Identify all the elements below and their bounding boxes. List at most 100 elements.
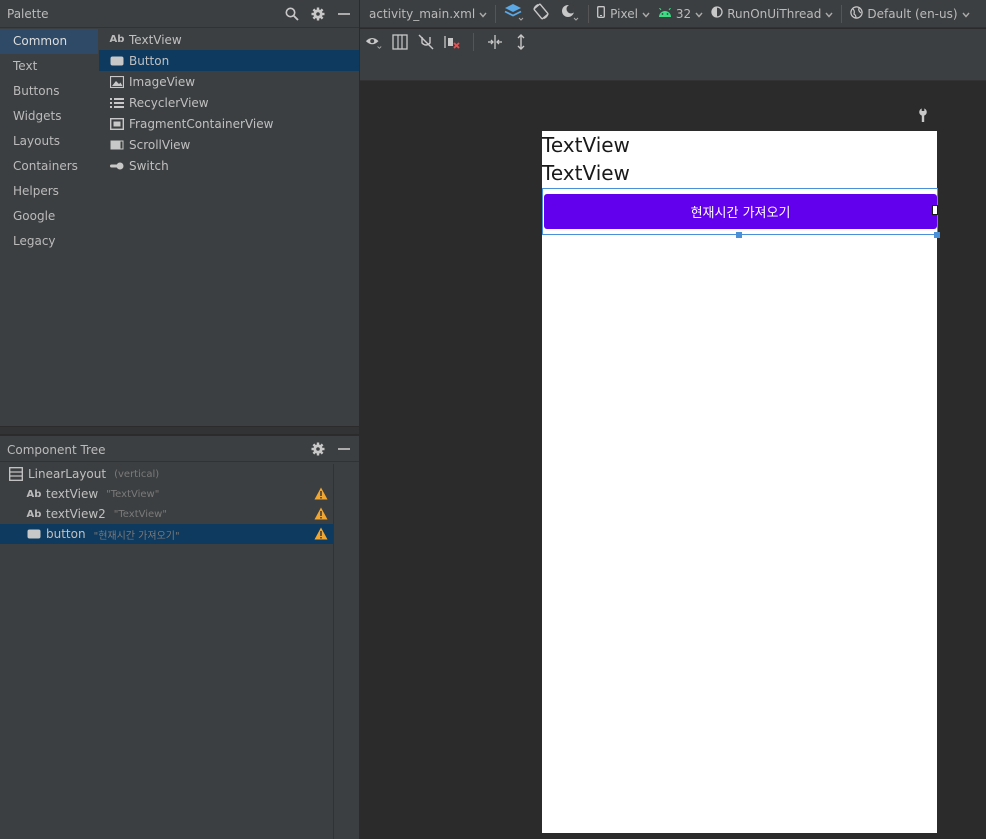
toolbar-separator [473,33,474,51]
tree-row-name: textView [46,487,99,501]
palette-item-label: TextView [129,32,182,47]
category-google[interactable]: Google [0,204,98,229]
scroll-icon [110,140,124,150]
palette-items: Ab TextView Button ImageView RecyclerVie… [99,29,359,176]
category-common[interactable]: Common [0,29,98,54]
warning-icon[interactable] [314,507,328,523]
gear-icon[interactable] [309,440,327,458]
design-surface-button[interactable] [500,0,528,28]
locale-selector[interactable]: Default (en-us) [846,0,973,28]
tree-row-button[interactable]: button "현재시간 가져오기" [0,524,333,544]
component-tree-title: Component Tree [7,443,106,457]
layout-toolbar [360,29,986,81]
tree-row-textview[interactable]: Ab textView "TextView" [0,484,333,504]
orientation-button[interactable] [528,0,556,28]
image-icon [110,75,124,88]
chevron-down-icon [642,7,650,21]
tree-row-linearlayout[interactable]: LinearLayout (vertical) [0,464,333,484]
preview-button[interactable]: 현재시간 가져오기 [544,194,937,229]
device-selector[interactable]: Pixel [593,0,654,28]
warning-icon[interactable] [314,527,328,543]
preview-textview-2[interactable]: TextView [542,159,630,187]
category-widgets[interactable]: Widgets [0,104,98,129]
blueprint-toggle-icon[interactable] [391,33,409,51]
minimize-icon[interactable] [335,5,353,23]
resize-handle-right[interactable] [932,205,938,215]
chevron-down-icon [695,7,703,21]
preview-textview-1[interactable]: TextView [542,131,630,159]
resize-handle-bottom[interactable] [736,232,742,238]
button-icon [26,529,42,539]
palette-item-label: ImageView [129,74,196,89]
theme-selector[interactable]: RunOnUiThread [707,0,837,28]
tree-row-hint: "TextView" [113,508,167,520]
warning-icon[interactable] [314,487,328,503]
design-toolbar: activity_main.xml Pixel 32 RunOnUiThread… [360,0,986,28]
palette-categories: Common Text Buttons Widgets Layouts Cont… [0,29,98,254]
tree-divider [333,464,334,839]
component-tree-panel: Component Tree LinearLayout (vertical) A… [0,436,359,839]
api-level-selector[interactable]: 32 [654,0,707,28]
palette-panel: Palette Common Text Buttons Widgets Layo… [0,0,359,430]
palette-item-button[interactable]: Button [99,50,359,71]
device-preview[interactable]: TextView TextView 현재시간 가져오기 [542,131,940,833]
palette-item-recyclerview[interactable]: RecyclerView [99,92,359,113]
chevron-down-icon [962,7,970,21]
night-mode-icon [560,3,580,24]
component-tree-header: Component Tree [0,436,359,462]
toolbar-separator [495,4,497,23]
phone-icon [597,6,606,21]
device-name: Pixel [610,6,638,21]
wrench-icon[interactable] [917,108,929,125]
pack-horizontal-icon[interactable] [486,33,504,51]
palette-item-scrollview[interactable]: ScrollView [99,134,359,155]
switch-icon [110,162,124,170]
ab-text-icon: Ab [26,488,42,500]
palette-header: Palette [0,0,359,28]
category-legacy[interactable]: Legacy [0,229,98,254]
locale-name: Default (en-us) [867,6,958,21]
palette-item-label: Button [129,53,170,68]
tree-row-hint: (vertical) [114,468,160,480]
night-mode-button[interactable] [556,0,584,28]
ab-text-icon: Ab [109,34,125,45]
component-tree-list: LinearLayout (vertical) Ab textView "Tex… [0,464,333,544]
category-buttons[interactable]: Buttons [0,79,98,104]
list-icon [110,97,124,109]
minimize-icon[interactable] [335,440,353,458]
resize-handle-corner[interactable] [934,232,940,238]
gear-icon[interactable] [309,5,327,23]
search-icon[interactable] [283,5,301,23]
tree-row-name: LinearLayout [28,467,107,481]
fragment-icon [110,117,124,130]
file-name: activity_main.xml [369,6,476,21]
palette-item-textview[interactable]: Ab TextView [99,29,359,50]
file-selector[interactable]: activity_main.xml [360,0,491,28]
view-options-icon[interactable] [365,33,383,51]
linear-layout-icon [8,467,24,481]
pack-vertical-icon[interactable] [512,33,530,51]
category-layouts[interactable]: Layouts [0,129,98,154]
category-text[interactable]: Text [0,54,98,79]
palette-item-fragmentcontainerview[interactable]: FragmentContainerView [99,113,359,134]
layers-icon [504,3,524,24]
category-helpers[interactable]: Helpers [0,179,98,204]
palette-item-switch[interactable]: Switch [99,155,359,176]
api-level: 32 [675,6,692,21]
clear-constraints-icon[interactable] [443,33,461,51]
palette-item-imageview[interactable]: ImageView [99,71,359,92]
tree-row-name: textView2 [46,507,106,521]
category-containers[interactable]: Containers [0,154,98,179]
tree-row-textview2[interactable]: Ab textView2 "TextView" [0,504,333,524]
palette-item-label: FragmentContainerView [129,116,274,131]
preview-button-label: 현재시간 가져오기 [690,206,791,221]
toolbar-separator [588,4,590,23]
chevron-down-icon [825,7,833,21]
theme-icon [711,6,723,21]
globe-icon [850,5,864,22]
autoconnect-off-icon[interactable] [417,33,435,51]
design-canvas[interactable]: TextView TextView 현재시간 가져오기 [360,81,986,839]
chevron-down-icon [479,7,487,21]
android-icon [658,7,672,21]
panel-splitter[interactable] [0,426,359,434]
